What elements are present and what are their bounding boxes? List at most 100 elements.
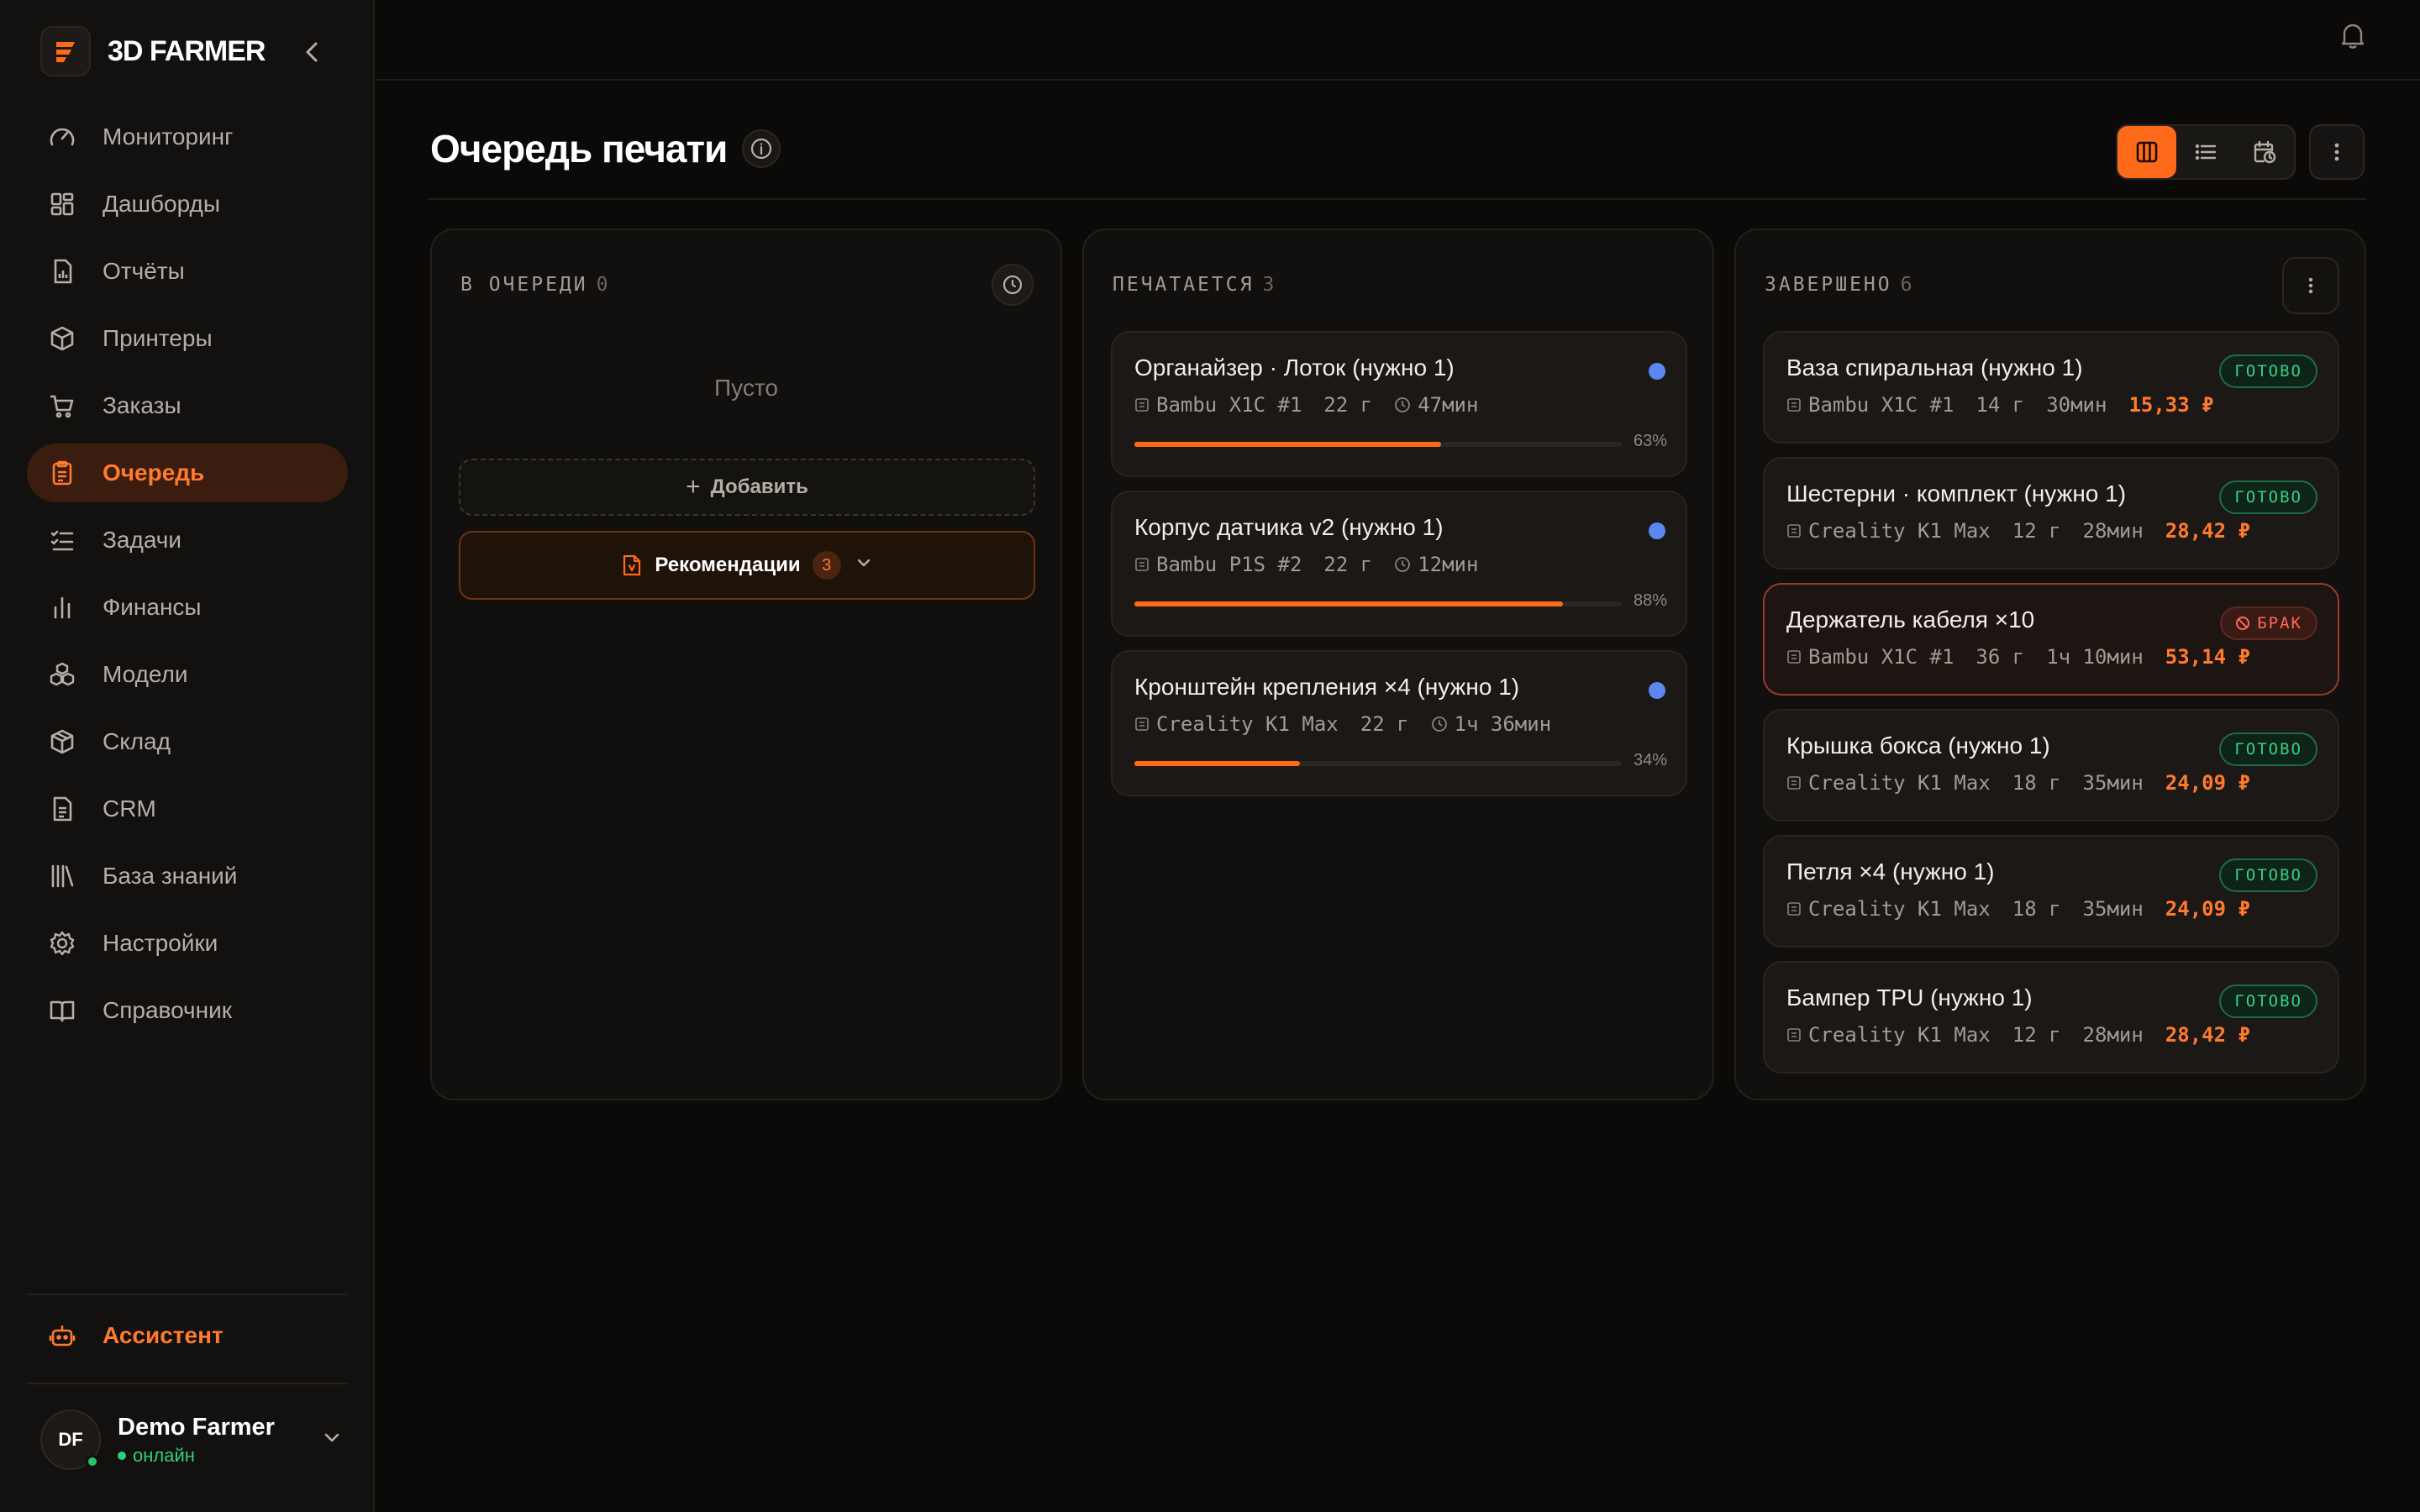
printer-icon: [1787, 1028, 1801, 1042]
brand[interactable]: 3D FARMER: [40, 25, 266, 77]
page-more-button[interactable]: [2309, 124, 2365, 180]
job-weight: 18 г: [2012, 771, 2061, 795]
status-label: ГОТОВО: [2234, 740, 2302, 759]
job-title: Петля ×4 (нужно 1): [1786, 858, 1995, 885]
sidebar-item-printers[interactable]: Принтеры: [27, 309, 348, 368]
job-time: 1ч 36мин: [1454, 712, 1552, 736]
done-job-card[interactable]: Бампер TPU (нужно 1) ГОТОВО Creality K1 Ma…: [1763, 961, 2339, 1074]
sidebar-item-settings[interactable]: Настройки: [27, 914, 348, 973]
printer-icon: [1787, 524, 1801, 538]
recommendations-button[interactable]: Рекомендации 3: [459, 531, 1035, 600]
avatar: DF: [40, 1410, 101, 1470]
done-job-card[interactable]: Держатель кабеля ×10 БРАК Bambu X1C #1 36 г…: [1763, 583, 2339, 696]
job-time: 35мин: [2082, 771, 2144, 795]
page-title-row: Очередь печати: [430, 126, 781, 171]
add-job-button[interactable]: + Добавить: [459, 459, 1035, 516]
job-time: 35мин: [2082, 897, 2144, 921]
progress-percent: 63%: [1633, 432, 1667, 450]
column-more-button[interactable]: [2282, 257, 2339, 314]
job-weight: 22 г: [1323, 553, 1373, 576]
printing-job-card[interactable]: Кронштейн крепления ×4 (нужно 1) Crealit…: [1111, 650, 1687, 796]
column-count: 0: [596, 274, 611, 296]
progress-bar: [1134, 442, 1622, 447]
job-time: 28мин: [2082, 1023, 2144, 1047]
calendar-view-button[interactable]: [2235, 126, 2294, 178]
sidebar-item-dashboards[interactable]: Дашборды: [27, 175, 348, 234]
sidebar-item-label: Отчёты: [103, 258, 185, 284]
status-badge: ГОТОВО: [2219, 858, 2317, 892]
column-header: В ОЧЕРЕДИ 0: [460, 274, 610, 296]
clock-icon: [1395, 397, 1411, 412]
printing-job-card[interactable]: Корпус датчика v2 (нужно 1) Bambu P1S #2…: [1111, 491, 1687, 637]
view-switcher: [2116, 124, 2296, 180]
sidebar-item-monitoring[interactable]: Мониторинг: [27, 108, 348, 166]
job-printer: Creality K1 Max: [1808, 771, 1991, 795]
sidebar-item-queue[interactable]: Очередь: [27, 444, 348, 502]
sidebar-item-reference[interactable]: Справочник: [27, 981, 348, 1040]
chevron-down-icon: [855, 554, 873, 578]
job-time: 28мин: [2082, 519, 2144, 543]
logo-icon: [40, 26, 91, 76]
document-icon: [47, 794, 77, 824]
sidebar-item-knowledge-base[interactable]: База знаний: [27, 847, 348, 906]
done-job-card[interactable]: Крышка бокса (нужно 1) ГОТОВО Creality K1 …: [1763, 709, 2339, 822]
info-button[interactable]: [742, 129, 781, 168]
status-badge: БРАК: [2220, 606, 2317, 640]
kanban-view-button[interactable]: [2118, 126, 2176, 178]
columns-icon: [2136, 141, 2158, 163]
divider: [27, 1383, 348, 1384]
printing-status-dot: [1649, 682, 1665, 699]
status-dot-icon: [118, 1451, 126, 1460]
progress-fill: [1134, 442, 1442, 447]
sidebar-item-finance[interactable]: Финансы: [27, 578, 348, 637]
status-label: БРАК: [2257, 614, 2302, 633]
list-icon: [2195, 144, 2217, 160]
schedule-button[interactable]: [992, 264, 1034, 306]
recommendations-label: Рекомендации: [655, 554, 801, 576]
done-job-card[interactable]: Ваза спиральная (нужно 1) ГОТОВО Bambu X1C…: [1763, 331, 2339, 444]
sidebar-item-warehouse[interactable]: Склад: [27, 712, 348, 771]
job-weight: 12 г: [2012, 519, 2061, 543]
assistant-button[interactable]: Ассистент: [47, 1320, 224, 1351]
printer-icon: [1787, 398, 1801, 412]
job-title: Крышка бокса (нужно 1): [1786, 732, 2050, 759]
more-vertical-icon: [2334, 143, 2339, 161]
column-title: ПЕЧАТАЕТСЯ: [1113, 274, 1255, 296]
sidebar-item-reports[interactable]: Отчёты: [27, 242, 348, 301]
printing-job-card[interactable]: Органайзер · Лоток (нужно 1) Bambu X1C #…: [1111, 331, 1687, 477]
job-printer: Bambu P1S #2: [1156, 553, 1302, 576]
sidebar-item-crm[interactable]: CRM: [27, 780, 348, 838]
job-weight: 22 г: [1323, 393, 1373, 417]
sidebar-item-models[interactable]: Модели: [27, 645, 348, 704]
status-badge: ГОТОВО: [2219, 354, 2317, 388]
sidebar-item-label: Мониторинг: [103, 123, 234, 150]
progress-fill: [1134, 601, 1564, 606]
done-job-card[interactable]: Шестерни · комплект (нужно 1) ГОТОВО Creal…: [1763, 457, 2339, 570]
divider: [27, 1294, 348, 1295]
sidebar-item-tasks[interactable]: Задачи: [27, 511, 348, 570]
recommendations-count: 3: [812, 551, 841, 580]
warehouse-box-icon: [47, 727, 77, 757]
job-title: Кронштейн крепления ×4 (нужно 1): [1134, 674, 1520, 700]
sidebar-item-label: Склад: [103, 728, 171, 754]
column-title: В ОЧЕРЕДИ: [460, 274, 588, 296]
job-title: Бампер TPU (нужно 1): [1786, 984, 2033, 1011]
job-price: 24,09 ₽: [2165, 771, 2250, 795]
assistant-label: Ассистент: [103, 1322, 224, 1348]
column-header: ЗАВЕРШЕНО 6: [1765, 274, 1914, 296]
notifications-button[interactable]: [2336, 18, 2370, 52]
progress-percent: 88%: [1633, 591, 1667, 610]
status-label: ГОТОВО: [2234, 362, 2302, 381]
clock-icon: [1002, 275, 1023, 295]
plus-icon: +: [686, 473, 701, 501]
brand-name: 3D FARMER: [108, 34, 266, 67]
bar-chart-icon: [47, 592, 77, 622]
list-view-button[interactable]: [2176, 126, 2235, 178]
sidebar-item-orders[interactable]: Заказы: [27, 376, 348, 435]
user-menu[interactable]: DF Demo Farmer онлайн: [40, 1410, 343, 1470]
job-printer: Creality K1 Max: [1808, 1023, 1991, 1047]
collapse-sidebar-button[interactable]: [299, 35, 324, 69]
printer-icon: [1787, 776, 1801, 790]
models-icon: [47, 659, 77, 690]
done-job-card[interactable]: Петля ×4 (нужно 1) ГОТОВО Creality K1 Max 1…: [1763, 835, 2339, 948]
